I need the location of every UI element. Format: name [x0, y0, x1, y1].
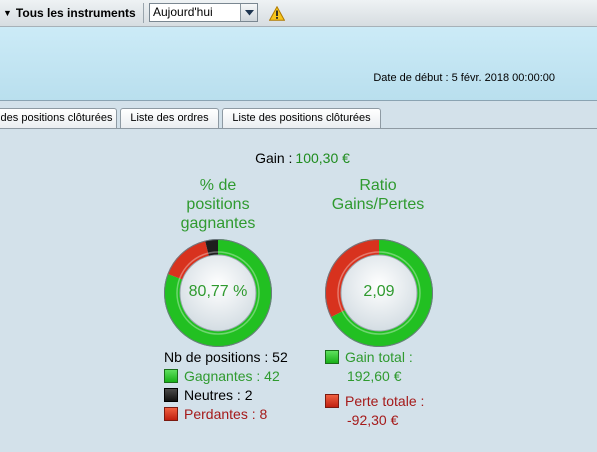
legend-label-neutral: Neutres : 2: [184, 387, 253, 403]
win-chart-title-line: positions: [186, 196, 250, 213]
green-swatch-icon: [325, 350, 339, 364]
warning-icon[interactable]: [269, 6, 285, 21]
red-swatch-icon: [164, 407, 178, 421]
ratio-center-value: 2,09: [363, 283, 395, 300]
legend-item-losers: Perdantes : 8: [164, 405, 288, 424]
gain-value: 100,30 €: [295, 150, 350, 166]
instrument-filter-label: Tous les instruments: [15, 6, 136, 20]
instrument-filter-button[interactable]: ▼ Tous les instruments: [0, 5, 136, 21]
tab-bar-baseline: [0, 128, 597, 129]
total-gain-value: 192,60 €: [347, 368, 402, 384]
legend-item-winners: Gagnantes : 42: [164, 367, 288, 386]
start-date-label: Date de début :: [373, 72, 449, 84]
ratio-chart-title-line: Ratio: [359, 177, 397, 194]
start-date: Date de début : 5 févr. 2018 00:00:00: [373, 72, 555, 84]
period-select-value: Aujourd'hui: [153, 5, 213, 19]
legend-item-neutral: Neutres : 2: [164, 386, 288, 405]
start-date-value: 5 févr. 2018 00:00:00: [451, 72, 555, 84]
gain-label: Gain :: [255, 150, 293, 166]
tab-open-positions[interactable]: des positions clôturées: [0, 108, 117, 129]
chevron-down-icon[interactable]: [240, 4, 257, 21]
win-chart-title-line: gagnantes: [180, 215, 256, 232]
win-chart-title-line: % de: [199, 177, 237, 194]
legend-label-total-loss: Perte totale :: [345, 393, 425, 409]
legend-item-total-loss: Perte totale :: [325, 392, 424, 411]
tab-orders[interactable]: Liste des ordres: [120, 108, 219, 129]
triangle-down-icon: ▼: [3, 8, 12, 18]
green-swatch-icon: [164, 369, 178, 383]
legend-label-winners: Gagnantes : 42: [184, 368, 280, 384]
gain-summary: Gain :100,30 €: [0, 150, 597, 166]
divider: [0, 100, 597, 101]
legend-label-losers: Perdantes : 8: [184, 406, 268, 422]
positions-total: Nb de positions : 52: [164, 349, 288, 365]
total-loss-value: -92,30 €: [347, 412, 399, 428]
win-center-value: 80,77 %: [188, 283, 248, 300]
red-swatch-icon: [325, 394, 339, 408]
legend-label-total-gain: Gain total :: [345, 349, 413, 365]
legend-item-total-gain: Gain total :: [325, 348, 424, 367]
tab-bar: des positions clôturées Liste des ordres…: [0, 108, 597, 129]
win-legend: Nb de positions : 52 Gagnantes : 42 Neut…: [164, 348, 288, 424]
ratio-legend: Gain total : 192,60 € Perte totale : -92…: [325, 348, 424, 430]
ratio-chart-title-line: Gains/Pertes: [331, 196, 425, 213]
period-select[interactable]: Aujourd'hui: [149, 3, 258, 22]
toolbar: ▼ Tous les instruments Aujourd'hui: [0, 0, 597, 27]
tab-closed-positions[interactable]: Liste des positions clôturées: [222, 108, 381, 129]
black-swatch-icon: [164, 388, 178, 402]
header-banner: [0, 27, 597, 100]
ratio-chart-title: Ratio Gains/Pertes: [318, 176, 438, 214]
toolbar-separator: [143, 3, 144, 23]
win-chart-title: % de positions gagnantes: [158, 176, 278, 233]
